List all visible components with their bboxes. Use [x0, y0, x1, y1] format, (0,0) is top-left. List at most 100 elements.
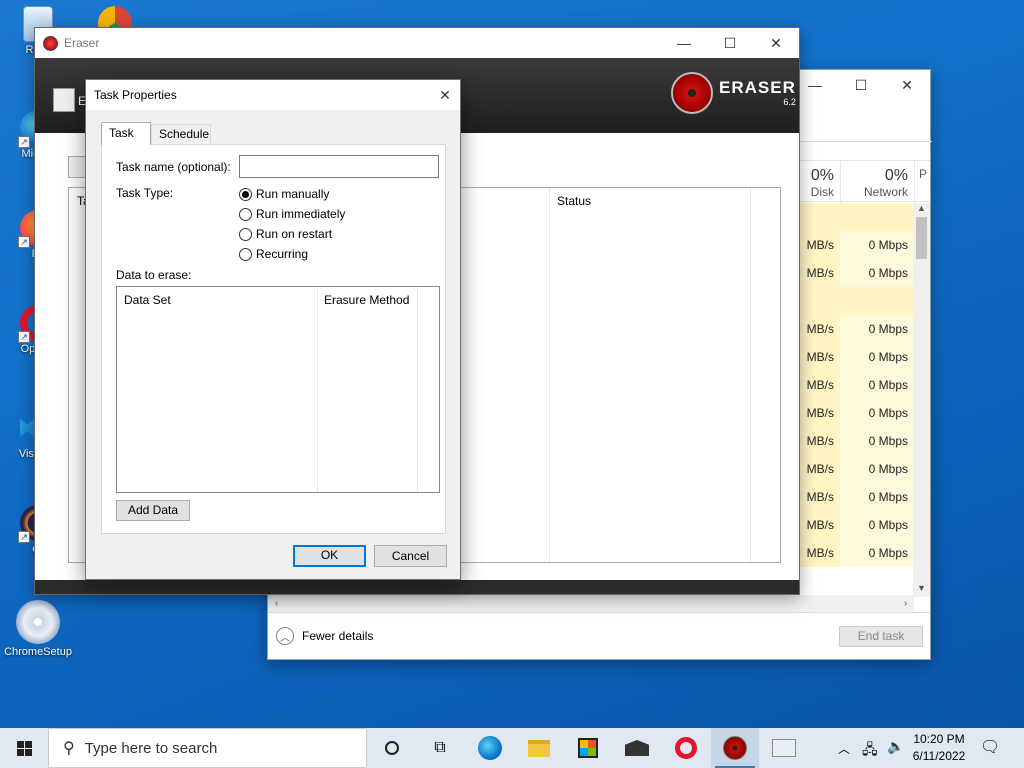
cancel-button[interactable]: Cancel — [374, 545, 447, 567]
column-disk[interactable]: 0% Disk — [798, 161, 840, 203]
network-cell: 0 Mbps — [840, 511, 914, 539]
disk-cell: MB/s — [798, 371, 840, 399]
disk-cell: MB/s — [798, 539, 840, 567]
chevron-up-icon: ︿ — [276, 627, 294, 645]
network-cell: 0 Mbps — [840, 371, 914, 399]
opera-icon — [675, 737, 697, 759]
column-divider — [549, 188, 550, 562]
data-set-list[interactable]: Data Set Erasure Method — [116, 286, 440, 493]
close-button[interactable]: ✕ — [884, 70, 930, 100]
radio-run-on-restart[interactable]: Run on restart — [239, 227, 332, 241]
eraser-radiation-icon — [723, 736, 747, 760]
column-power[interactable]: P — [914, 161, 932, 203]
network-cell: 0 Mbps — [840, 539, 914, 567]
desktop-icon-chromesetup[interactable]: ChromeSetup — [0, 600, 76, 659]
task-name-input[interactable] — [239, 155, 439, 178]
radio-unselected-icon — [239, 227, 252, 241]
disk-cell — [798, 287, 840, 315]
add-data-button[interactable]: Add Data — [116, 500, 190, 521]
fewer-details-button[interactable]: ︿ Fewer details — [276, 627, 373, 645]
taskbar-mail[interactable] — [613, 728, 661, 768]
taskbar-task-manager[interactable] — [760, 728, 808, 768]
maximize-button[interactable]: ☐ — [707, 28, 753, 58]
action-center-button[interactable]: 🗨 — [980, 737, 1000, 757]
ok-button[interactable]: OK — [293, 545, 366, 567]
radio-recurring[interactable]: Recurring — [239, 247, 308, 261]
edge-icon — [478, 736, 502, 760]
task-view-icon: ⧉ — [434, 739, 446, 756]
windows-logo-icon — [16, 740, 32, 756]
network-cell: 0 Mbps — [840, 315, 914, 343]
store-bag-icon — [578, 738, 598, 758]
maximize-button[interactable]: ☐ — [838, 70, 884, 100]
network-cell: 0 Mbps — [840, 343, 914, 371]
scroll-up-arrow[interactable]: ▲ — [913, 203, 930, 217]
disk-cell: MB/s — [798, 259, 840, 287]
taskbar: ⚲ Type here to search ⧉ ︿ 🖧 🔈 10:20 PM 6… — [0, 728, 1024, 768]
scroll-thumb[interactable] — [916, 217, 927, 259]
taskbar-file-explorer[interactable] — [515, 728, 563, 768]
show-hidden-icons-button[interactable]: ︿ — [838, 740, 850, 757]
minimize-icon: — — [808, 77, 822, 93]
taskbar-eraser[interactable] — [711, 728, 759, 768]
column-data-set[interactable]: Data Set — [124, 293, 171, 307]
task-manager-footer: ︿ Fewer details End task — [268, 612, 930, 659]
disk-cell: MB/s — [798, 455, 840, 483]
tab-schedule[interactable]: Schedule — [151, 124, 211, 144]
radio-run-immediately[interactable]: Run immediately — [239, 207, 345, 221]
close-icon: ✕ — [439, 86, 451, 103]
logo-wordmark: ERASER — [719, 78, 796, 97]
tab-task[interactable]: Task — [101, 122, 151, 145]
close-icon: ✕ — [901, 76, 913, 93]
column-status[interactable]: Status — [557, 194, 591, 208]
scroll-down-arrow[interactable]: ▼ — [913, 583, 930, 597]
close-button[interactable]: ✕ — [753, 28, 799, 58]
column-divider — [417, 287, 418, 492]
radio-label: Run immediately — [256, 207, 346, 221]
volume-button[interactable]: 🔈 — [887, 738, 904, 755]
taskbar-store[interactable] — [564, 728, 612, 768]
maximize-icon: ☐ — [854, 76, 868, 93]
network-percent: 0% — [884, 167, 908, 184]
disk-cell: MB/s — [798, 315, 840, 343]
taskbar-opera[interactable] — [662, 728, 710, 768]
network-status[interactable]: 🖧 — [862, 739, 878, 763]
disk-cell — [798, 203, 840, 231]
network-icon: 🖧 — [862, 741, 878, 757]
disk-cell: MB/s — [798, 427, 840, 455]
eraser-logo-text: ERASER 6.2 — [719, 78, 796, 108]
radio-run-manually[interactable]: Run manually — [239, 187, 329, 201]
scroll-left-arrow[interactable]: ‹ — [268, 595, 285, 612]
task-name-label: Task name (optional): — [116, 160, 231, 174]
chevron-up-icon: ︿ — [838, 742, 851, 756]
disk-cell: MB/s — [798, 343, 840, 371]
minimize-icon: — — [677, 35, 691, 51]
column-network[interactable]: 0% Network — [840, 161, 914, 203]
taskbar-search-box[interactable]: ⚲ Type here to search — [48, 728, 367, 768]
tab-strip — [798, 120, 932, 142]
dialog-close-button[interactable]: ✕ — [430, 80, 460, 110]
vertical-scrollbar[interactable]: ▲ ▼ — [913, 203, 930, 597]
shortcut-arrow-icon: ↗ — [18, 136, 30, 148]
end-task-button[interactable]: End task — [839, 626, 923, 647]
radio-selected-icon — [239, 187, 252, 201]
folder-icon — [528, 739, 550, 757]
cortana-button[interactable] — [368, 728, 416, 768]
radio-unselected-icon — [239, 247, 252, 261]
column-divider — [317, 287, 318, 492]
start-button[interactable] — [0, 728, 48, 768]
clock-date: 6/11/2022 — [912, 749, 966, 763]
shortcut-arrow-icon: ↗ — [18, 236, 30, 248]
window-title: Eraser — [64, 36, 100, 50]
power-label: P — [919, 167, 928, 181]
radio-unselected-icon — [239, 207, 252, 221]
disk-percent: 0% — [810, 167, 834, 184]
minimize-button[interactable]: — — [661, 28, 707, 58]
horizontal-scrollbar[interactable]: ‹ › — [268, 595, 914, 612]
column-erasure-method[interactable]: Erasure Method — [324, 293, 409, 307]
scroll-right-arrow[interactable]: › — [897, 595, 914, 612]
task-view-button[interactable]: ⧉ — [416, 728, 464, 768]
clock[interactable]: 10:20 PM 6/11/2022 — [905, 731, 973, 765]
taskbar-edge[interactable] — [466, 728, 514, 768]
cortana-icon — [385, 741, 399, 755]
